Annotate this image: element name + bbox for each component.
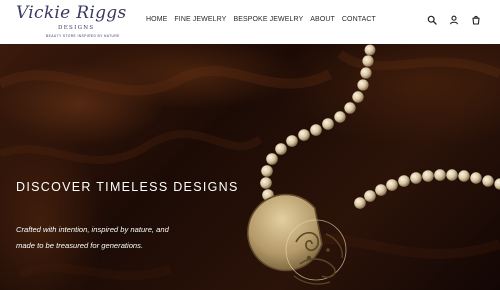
nav-about[interactable]: ABOUT <box>310 16 335 23</box>
header-actions <box>427 15 481 25</box>
hero-jewelry-image <box>0 44 500 285</box>
search-icon[interactable] <box>427 15 437 25</box>
nav-bespoke-jewelry[interactable]: BESPOKE JEWELRY <box>233 16 303 23</box>
logo-script-name: Vickie Riggs <box>16 3 127 23</box>
nav-home[interactable]: HOME <box>146 16 167 23</box>
logo-sub-name: DESIGNS <box>58 25 95 31</box>
hero-title: DISCOVER TIMELESS DESIGNS <box>16 180 239 194</box>
brand-logo[interactable]: Vickie Riggs DESIGNS BEAUTY STORE INSPIR… <box>14 3 127 40</box>
cart-icon[interactable] <box>471 15 481 25</box>
nav-contact[interactable]: CONTACT <box>342 16 376 23</box>
hero-banner: DISCOVER TIMELESS DESIGNS Crafted with i… <box>0 44 500 290</box>
main-navigation: HOME FINE JEWELRY BESPOKE JEWELRY ABOUT … <box>146 16 376 23</box>
site-header: Vickie Riggs DESIGNS BEAUTY STORE INSPIR… <box>0 0 500 44</box>
nav-fine-jewelry[interactable]: FINE JEWELRY <box>174 16 226 23</box>
logo-tagline: BEAUTY STORE INSPIRED BY NATURE <box>46 34 120 38</box>
hero-description: Crafted with intention, inspired by natu… <box>16 225 169 250</box>
account-icon[interactable] <box>449 15 459 25</box>
